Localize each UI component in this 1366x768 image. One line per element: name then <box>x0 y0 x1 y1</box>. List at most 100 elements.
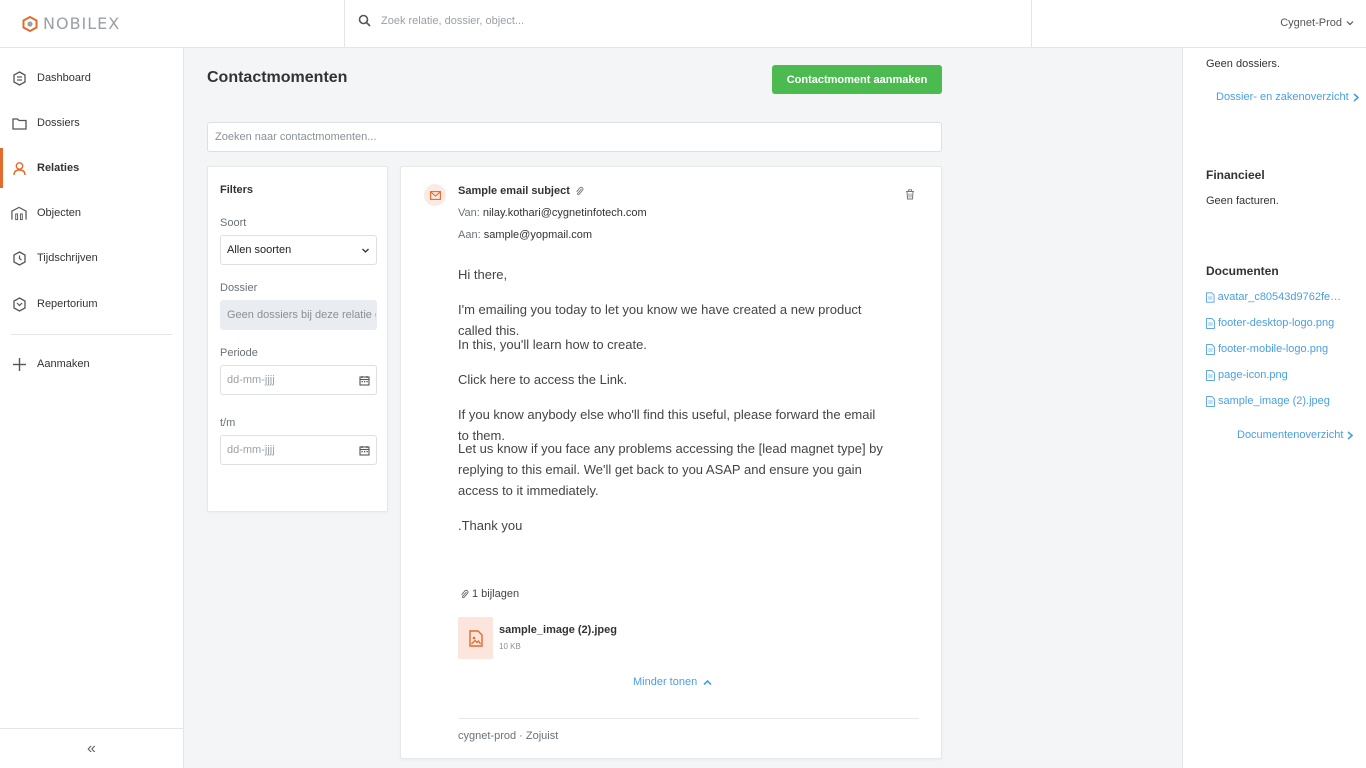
environment-label: Cygnet-Prod <box>1280 17 1342 29</box>
sidebar-item-relaties[interactable]: Relaties <box>0 148 183 188</box>
dossiers-overview-text: Dossier- en zakenoverzicht <box>1216 91 1349 103</box>
right-panel: Geen dossiers. Dossier- en zakenoverzich… <box>1182 48 1366 768</box>
paperclip-icon <box>461 589 469 598</box>
sidebar-item-aanmaken[interactable]: Aanmaken <box>0 344 183 384</box>
environment-switcher[interactable]: Cygnet-Prod <box>1280 17 1354 29</box>
from-address: nilay.kothari@cygnetinfotech.com <box>482 207 647 219</box>
document-item[interactable]: footer-mobile-logo.png <box>1206 343 1346 355</box>
sidebar-item-objecten[interactable]: Objecten <box>0 193 183 233</box>
page-title: Contactmomenten <box>207 69 348 86</box>
divider <box>1031 0 1032 48</box>
document-name: footer-desktop-logo.png <box>1218 317 1335 329</box>
card-divider <box>458 718 919 719</box>
chevron-right-icon <box>1347 430 1354 440</box>
sidebar-item-label: Tijdschrijven <box>37 252 98 264</box>
trash-icon <box>906 189 914 200</box>
logo[interactable]: NOBILEX <box>22 14 120 33</box>
finance-empty: Geen facturen. <box>1206 195 1279 207</box>
email-body-paragraph: Hi there, <box>458 267 508 282</box>
chevron-right-icon <box>1353 92 1359 102</box>
type-select[interactable]: Allen soorten <box>220 235 377 265</box>
document-name: avatar_c80543d9762fe95... <box>1217 291 1346 303</box>
show-less-link[interactable]: Minder tonen <box>633 676 712 688</box>
email-body-paragraph: Click here to access the Link. <box>458 372 628 387</box>
email-subject: Sample email subject <box>458 185 584 197</box>
dossiers-overview-link[interactable]: Dossier- en zakenoverzicht <box>1216 91 1359 103</box>
calendar-icon[interactable] <box>359 445 370 456</box>
folder-icon <box>11 115 27 131</box>
sidebar-item-dossiers[interactable]: Dossiers <box>0 103 183 143</box>
file-icon <box>1206 369 1215 381</box>
top-bar: NOBILEX Cygnet-Prod <box>0 0 1366 48</box>
dossier-label: Dossier <box>220 282 258 294</box>
sidebar: Dashboard Dossiers Relaties Objecten Tij… <box>0 48 184 768</box>
sidebar-item-label: Dossiers <box>37 117 80 129</box>
dossier-select[interactable]: Geen dossiers bij deze relatie gev <box>220 300 377 330</box>
logo-text: NOBILEX <box>43 14 121 33</box>
contactmoment-search-input[interactable] <box>215 131 934 143</box>
email-body-paragraph: Let us know if you face any problems acc… <box>458 441 883 498</box>
documents-title: Documenten <box>1206 264 1279 278</box>
document-name: page-icon.png <box>1218 369 1288 381</box>
attachment-name[interactable]: sample_image (2).jpeg <box>499 624 617 636</box>
file-icon <box>1206 317 1215 329</box>
document-item[interactable]: sample_image (2).jpeg <box>1206 395 1346 407</box>
contactmoment-card: Sample email subject Van: nilay.kothari@… <box>400 166 942 759</box>
dashboard-icon <box>11 70 27 86</box>
type-select-value: Allen soorten <box>227 244 292 256</box>
footer-time: Zojuist <box>525 730 559 742</box>
paperclip-icon <box>576 186 584 195</box>
documents-overview-text: Documentenoverzicht <box>1237 429 1344 441</box>
period-label: Periode <box>220 347 258 359</box>
sidebar-item-dashboard[interactable]: Dashboard <box>0 58 183 98</box>
envelope-icon <box>424 184 446 206</box>
document-name: sample_image (2).jpeg <box>1218 395 1330 407</box>
global-search-input[interactable] <box>381 14 881 27</box>
sidebar-item-label: Aanmaken <box>37 358 90 370</box>
filters-panel: Filters Soort Allen soorten Dossier Geen… <box>207 166 388 512</box>
email-subject-text: Sample email subject <box>458 185 570 197</box>
period-date-input[interactable]: dd-mm-jjjj <box>220 365 377 395</box>
file-icon <box>1206 291 1215 303</box>
email-body-paragraph: In this, you'll learn how to create. <box>458 337 647 352</box>
image-file-icon <box>468 629 483 647</box>
email-body-paragraph: .Thank you <box>458 518 523 533</box>
until-label: t/m <box>220 417 236 429</box>
create-contactmoment-button[interactable]: Contactmoment aanmaken <box>772 65 942 94</box>
double-chevron-left-icon: « <box>87 739 96 757</box>
email-from: Van: nilay.kothari@cygnetinfotech.com <box>458 207 647 219</box>
chevron-down-icon <box>362 248 369 253</box>
attachments-count-text: 1 bijlagen <box>472 588 520 600</box>
email-to: Aan: sample@yopmail.com <box>458 229 592 241</box>
sidebar-item-label: Objecten <box>37 207 82 219</box>
global-search[interactable] <box>358 14 881 27</box>
filters-title: Filters <box>220 184 254 196</box>
document-item[interactable]: page-icon.png <box>1206 369 1346 381</box>
divider <box>344 0 345 48</box>
attachments-count: 1 bijlagen <box>460 588 519 600</box>
attachment-thumbnail[interactable] <box>458 617 493 659</box>
type-label: Soort <box>220 217 247 229</box>
sidebar-item-tijdschrijven[interactable]: Tijdschrijven <box>0 238 183 278</box>
building-icon <box>11 205 27 221</box>
dossier-select-value: Geen dossiers bij deze relatie gev <box>227 309 377 321</box>
document-item[interactable]: footer-desktop-logo.png <box>1206 317 1346 329</box>
until-date-placeholder: dd-mm-jjjj <box>227 444 275 456</box>
sidebar-item-repertorium[interactable]: Repertorium <box>0 284 183 324</box>
finance-title: Financieel <box>1206 168 1265 182</box>
calendar-icon[interactable] <box>359 375 370 386</box>
delete-button[interactable] <box>905 187 915 205</box>
document-item[interactable]: avatar_c80543d9762fe95... <box>1206 291 1346 303</box>
file-icon <box>1206 395 1215 407</box>
chevron-up-icon <box>703 679 712 685</box>
document-name: footer-mobile-logo.png <box>1218 343 1329 355</box>
dossiers-empty: Geen dossiers. <box>1206 58 1280 70</box>
sidebar-item-label: Dashboard <box>37 72 91 84</box>
plus-icon <box>11 356 27 372</box>
sidebar-collapse-button[interactable]: « <box>0 728 183 768</box>
documents-overview-link[interactable]: Documentenoverzicht <box>1237 429 1354 441</box>
footer-author: cygnet-prod <box>458 730 517 742</box>
until-date-input[interactable]: dd-mm-jjjj <box>220 435 377 465</box>
sidebar-item-label: Relaties <box>37 162 80 174</box>
contactmoment-search[interactable] <box>207 122 942 152</box>
